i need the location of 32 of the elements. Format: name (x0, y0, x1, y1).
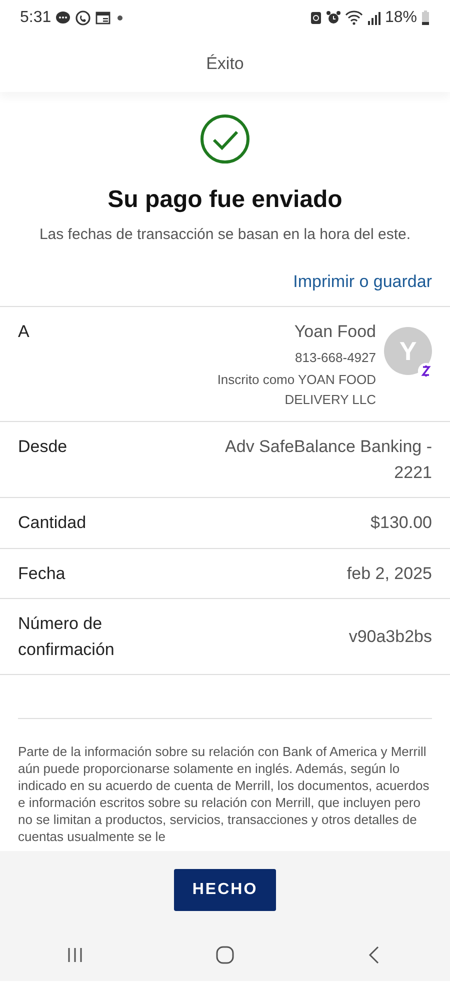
success-subtitle: Las fechas de transacción se basan en la hora del este. (39, 225, 411, 245)
detail-label: Cantidad (18, 512, 86, 534)
alarm-icon (326, 10, 341, 25)
calendar-icon (95, 10, 112, 26)
success-title: Su pago fue enviado (108, 185, 342, 215)
detail-value: feb 2, 2025 (346, 562, 432, 584)
detail-label: A (18, 321, 30, 343)
home-icon (215, 945, 235, 965)
wifi-icon (344, 10, 363, 25)
chat-icon (55, 10, 72, 26)
header-title: Éxito (206, 52, 244, 75)
recipient-name: Yoan Food (294, 321, 376, 343)
detail-label: Fecha (18, 562, 66, 584)
status-time: 5:31 (20, 8, 52, 28)
battery-level: 18% (384, 8, 417, 28)
phone-bubble-icon (75, 10, 92, 26)
detail-label: Número de confirmación (18, 613, 116, 660)
detail-value: v90a3b2bs (348, 626, 432, 648)
signal-icon (366, 10, 381, 24)
battery-icon (421, 10, 430, 26)
done-button[interactable]: HECHO (174, 869, 276, 911)
print-or-save-link[interactable]: Imprimir o guardar (293, 246, 450, 306)
zelle-badge-icon (418, 363, 434, 379)
dot-icon (115, 12, 126, 22)
check-circle-icon (200, 114, 250, 164)
recipient-detail: Inscrito como YOAN FOOD DELIVERY LLC (216, 371, 376, 408)
disclaimer-text: Parte de la información sobre su relación con Bank of America y Merrill aún puede proporcionarse solamente en inglés. Además, según lo indicado en su acuerdo de cuenta de Merrill, los documentos, acuerdos e información escritos sobre su relación con Merrill, que incluyen pero no se limitan a productos, servicios, transacciones y otros detalles de cuentas usualmente se le (17, 743, 430, 846)
recipient-detail: 813-668-4927 (295, 348, 376, 366)
detail-value: $130.00 (370, 512, 432, 534)
battery-saver-icon (310, 10, 322, 25)
detail-value: Adv SafeBalance Banking - 2221 (224, 436, 432, 484)
detail-label: Desde (18, 436, 68, 458)
